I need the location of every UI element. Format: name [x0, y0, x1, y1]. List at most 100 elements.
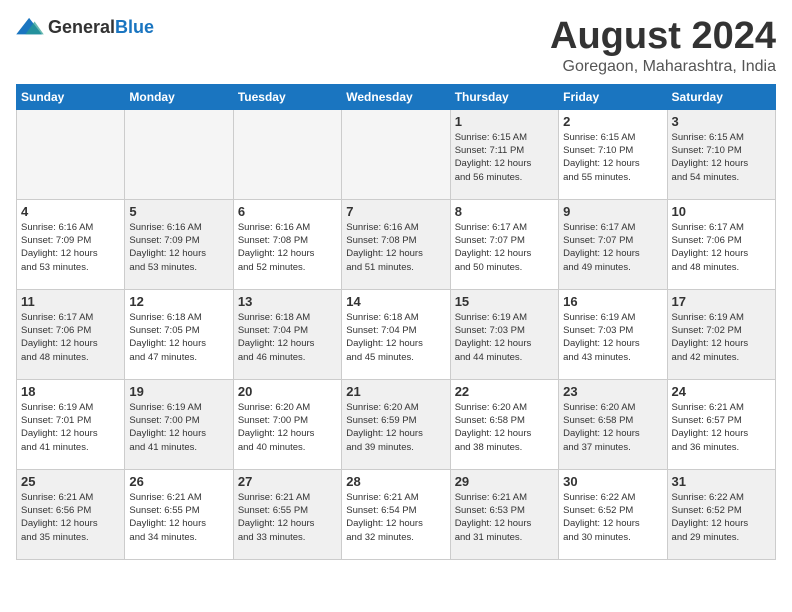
day-info: Sunrise: 6:16 AMSunset: 7:08 PMDaylight:… [346, 221, 445, 274]
calendar-cell: 26 Sunrise: 6:21 AMSunset: 6:55 PMDayligh… [125, 469, 233, 559]
calendar-cell: 30Sunrise: 6:22 AMSunset: 6:52 PMDayligh… [559, 469, 667, 559]
weekday-header-row: SundayMondayTuesdayWednesdayThursdayFrid… [17, 84, 776, 109]
calendar-week-5: 25Sunrise: 6:21 AMSunset: 6:56 PMDayligh… [17, 469, 776, 559]
calendar-cell: 5 Sunrise: 6:16 AMSunset: 7:09 PMDaylight… [125, 199, 233, 289]
calendar-week-4: 18 Sunrise: 6:19 AMSunset: 7:01 PMDayligh… [17, 379, 776, 469]
day-info: Sunrise: 6:22 AMSunset: 6:52 PMDaylight:… [563, 491, 662, 544]
day-number: 3 [672, 114, 771, 129]
day-info: Sunrise: 6:19 AMSunset: 7:03 PMDaylight:… [455, 311, 554, 364]
calendar-cell: 18 Sunrise: 6:19 AMSunset: 7:01 PMDayligh… [17, 379, 125, 469]
day-number: 19 [129, 384, 228, 399]
calendar-cell [233, 109, 341, 199]
calendar-cell [125, 109, 233, 199]
day-number: 15 [455, 294, 554, 309]
day-info: Sunrise: 6:19 AMSunset: 7:03 PMDaylight:… [563, 311, 662, 364]
day-number: 24 [672, 384, 771, 399]
month-title: August 2024 [550, 16, 776, 58]
weekday-header-thursday: Thursday [450, 84, 558, 109]
calendar-cell: 6 Sunrise: 6:16 AMSunset: 7:08 PMDaylight… [233, 199, 341, 289]
day-info: Sunrise: 6:20 AMSunset: 6:59 PMDaylight:… [346, 401, 445, 454]
calendar-cell: 27 Sunrise: 6:21 AMSunset: 6:55 PMDayligh… [233, 469, 341, 559]
calendar-cell: 10Sunrise: 6:17 AMSunset: 7:06 PMDayligh… [667, 199, 775, 289]
calendar-cell [342, 109, 450, 199]
weekday-header-friday: Friday [559, 84, 667, 109]
weekday-header-saturday: Saturday [667, 84, 775, 109]
day-number: 2 [563, 114, 662, 129]
day-info: Sunrise: 6:16 AMSunset: 7:09 PMDaylight:… [129, 221, 228, 274]
calendar-cell: 13 Sunrise: 6:18 AMSunset: 7:04 PMDayligh… [233, 289, 341, 379]
day-info: Sunrise: 6:21 AMSunset: 6:57 PMDaylight:… [672, 401, 771, 454]
day-info: Sunrise: 6:19 AMSunset: 7:00 PMDaylight:… [129, 401, 228, 454]
day-info: Sunrise: 6:17 AMSunset: 7:06 PMDaylight:… [21, 311, 120, 364]
weekday-header-monday: Monday [125, 84, 233, 109]
day-info: Sunrise: 6:21 AMSunset: 6:53 PMDaylight:… [455, 491, 554, 544]
day-info: Sunrise: 6:18 AMSunset: 7:04 PMDaylight:… [238, 311, 337, 364]
day-info: Sunrise: 6:20 AMSunset: 6:58 PMDaylight:… [563, 401, 662, 454]
day-number: 28 [346, 474, 445, 489]
calendar-table: SundayMondayTuesdayWednesdayThursdayFrid… [16, 84, 776, 560]
day-info: Sunrise: 6:17 AMSunset: 7:07 PMDaylight:… [455, 221, 554, 274]
day-number: 31 [672, 474, 771, 489]
day-number: 6 [238, 204, 337, 219]
location-title: Goregaon, Maharashtra, India [550, 58, 776, 76]
calendar-week-3: 11Sunrise: 6:17 AMSunset: 7:06 PMDayligh… [17, 289, 776, 379]
day-info: Sunrise: 6:15 AMSunset: 7:10 PMDaylight:… [563, 131, 662, 184]
title-area: August 2024 Goregaon, Maharashtra, India [550, 16, 776, 76]
calendar-week-2: 4 Sunrise: 6:16 AMSunset: 7:09 PMDaylight… [17, 199, 776, 289]
day-number: 4 [21, 204, 120, 219]
day-number: 1 [455, 114, 554, 129]
day-number: 26 [129, 474, 228, 489]
day-number: 16 [563, 294, 662, 309]
day-number: 22 [455, 384, 554, 399]
day-info: Sunrise: 6:20 AMSunset: 7:00 PMDaylight:… [238, 401, 337, 454]
logo-icon [16, 16, 44, 38]
calendar-cell: 19 Sunrise: 6:19 AMSunset: 7:00 PMDayligh… [125, 379, 233, 469]
logo-text-general: General [48, 17, 115, 37]
day-number: 27 [238, 474, 337, 489]
day-number: 14 [346, 294, 445, 309]
calendar-cell: 24 Sunrise: 6:21 AMSunset: 6:57 PMDayligh… [667, 379, 775, 469]
day-info: Sunrise: 6:22 AMSunset: 6:52 PMDaylight:… [672, 491, 771, 544]
day-info: Sunrise: 6:21 AMSunset: 6:55 PMDaylight:… [238, 491, 337, 544]
calendar-cell: 23 Sunrise: 6:20 AMSunset: 6:58 PMDayligh… [559, 379, 667, 469]
day-info: Sunrise: 6:19 AMSunset: 7:01 PMDaylight:… [21, 401, 120, 454]
calendar-cell: 28 Sunrise: 6:21 AMSunset: 6:54 PMDayligh… [342, 469, 450, 559]
calendar-cell: 31 Sunrise: 6:22 AMSunset: 6:52 PMDayligh… [667, 469, 775, 559]
day-info: Sunrise: 6:17 AMSunset: 7:06 PMDaylight:… [672, 221, 771, 274]
calendar-cell: 22 Sunrise: 6:20 AMSunset: 6:58 PMDayligh… [450, 379, 558, 469]
day-info: Sunrise: 6:21 AMSunset: 6:54 PMDaylight:… [346, 491, 445, 544]
weekday-header-sunday: Sunday [17, 84, 125, 109]
day-info: Sunrise: 6:15 AMSunset: 7:11 PMDaylight:… [455, 131, 554, 184]
calendar-cell: 12Sunrise: 6:18 AMSunset: 7:05 PMDayligh… [125, 289, 233, 379]
day-info: Sunrise: 6:16 AMSunset: 7:09 PMDaylight:… [21, 221, 120, 274]
day-info: Sunrise: 6:18 AMSunset: 7:05 PMDaylight:… [129, 311, 228, 364]
day-number: 23 [563, 384, 662, 399]
day-number: 17 [672, 294, 771, 309]
calendar-cell [17, 109, 125, 199]
day-number: 29 [455, 474, 554, 489]
day-info: Sunrise: 6:15 AMSunset: 7:10 PMDaylight:… [672, 131, 771, 184]
calendar-week-1: 1 Sunrise: 6:15 AMSunset: 7:11 PMDaylight… [17, 109, 776, 199]
weekday-header-wednesday: Wednesday [342, 84, 450, 109]
calendar-cell: 20 Sunrise: 6:20 AMSunset: 7:00 PMDayligh… [233, 379, 341, 469]
calendar-cell: 8Sunrise: 6:17 AMSunset: 7:07 PMDaylight… [450, 199, 558, 289]
day-info: Sunrise: 6:21 AMSunset: 6:55 PMDaylight:… [129, 491, 228, 544]
logo: GeneralBlue [16, 16, 154, 38]
calendar-cell: 7Sunrise: 6:16 AMSunset: 7:08 PMDaylight… [342, 199, 450, 289]
day-info: Sunrise: 6:17 AMSunset: 7:07 PMDaylight:… [563, 221, 662, 274]
day-info: Sunrise: 6:20 AMSunset: 6:58 PMDaylight:… [455, 401, 554, 454]
calendar-cell: 25Sunrise: 6:21 AMSunset: 6:56 PMDayligh… [17, 469, 125, 559]
page-header: GeneralBlue August 2024 Goregaon, Mahara… [16, 16, 776, 76]
day-number: 5 [129, 204, 228, 219]
calendar-cell: 1 Sunrise: 6:15 AMSunset: 7:11 PMDaylight… [450, 109, 558, 199]
day-info: Sunrise: 6:16 AMSunset: 7:08 PMDaylight:… [238, 221, 337, 274]
day-number: 25 [21, 474, 120, 489]
weekday-header-tuesday: Tuesday [233, 84, 341, 109]
calendar-cell: 17 Sunrise: 6:19 AMSunset: 7:02 PMDayligh… [667, 289, 775, 379]
day-number: 18 [21, 384, 120, 399]
day-number: 13 [238, 294, 337, 309]
day-info: Sunrise: 6:19 AMSunset: 7:02 PMDaylight:… [672, 311, 771, 364]
day-number: 20 [238, 384, 337, 399]
calendar-cell: 9Sunrise: 6:17 AMSunset: 7:07 PMDaylight… [559, 199, 667, 289]
logo-text-blue: Blue [115, 17, 154, 37]
